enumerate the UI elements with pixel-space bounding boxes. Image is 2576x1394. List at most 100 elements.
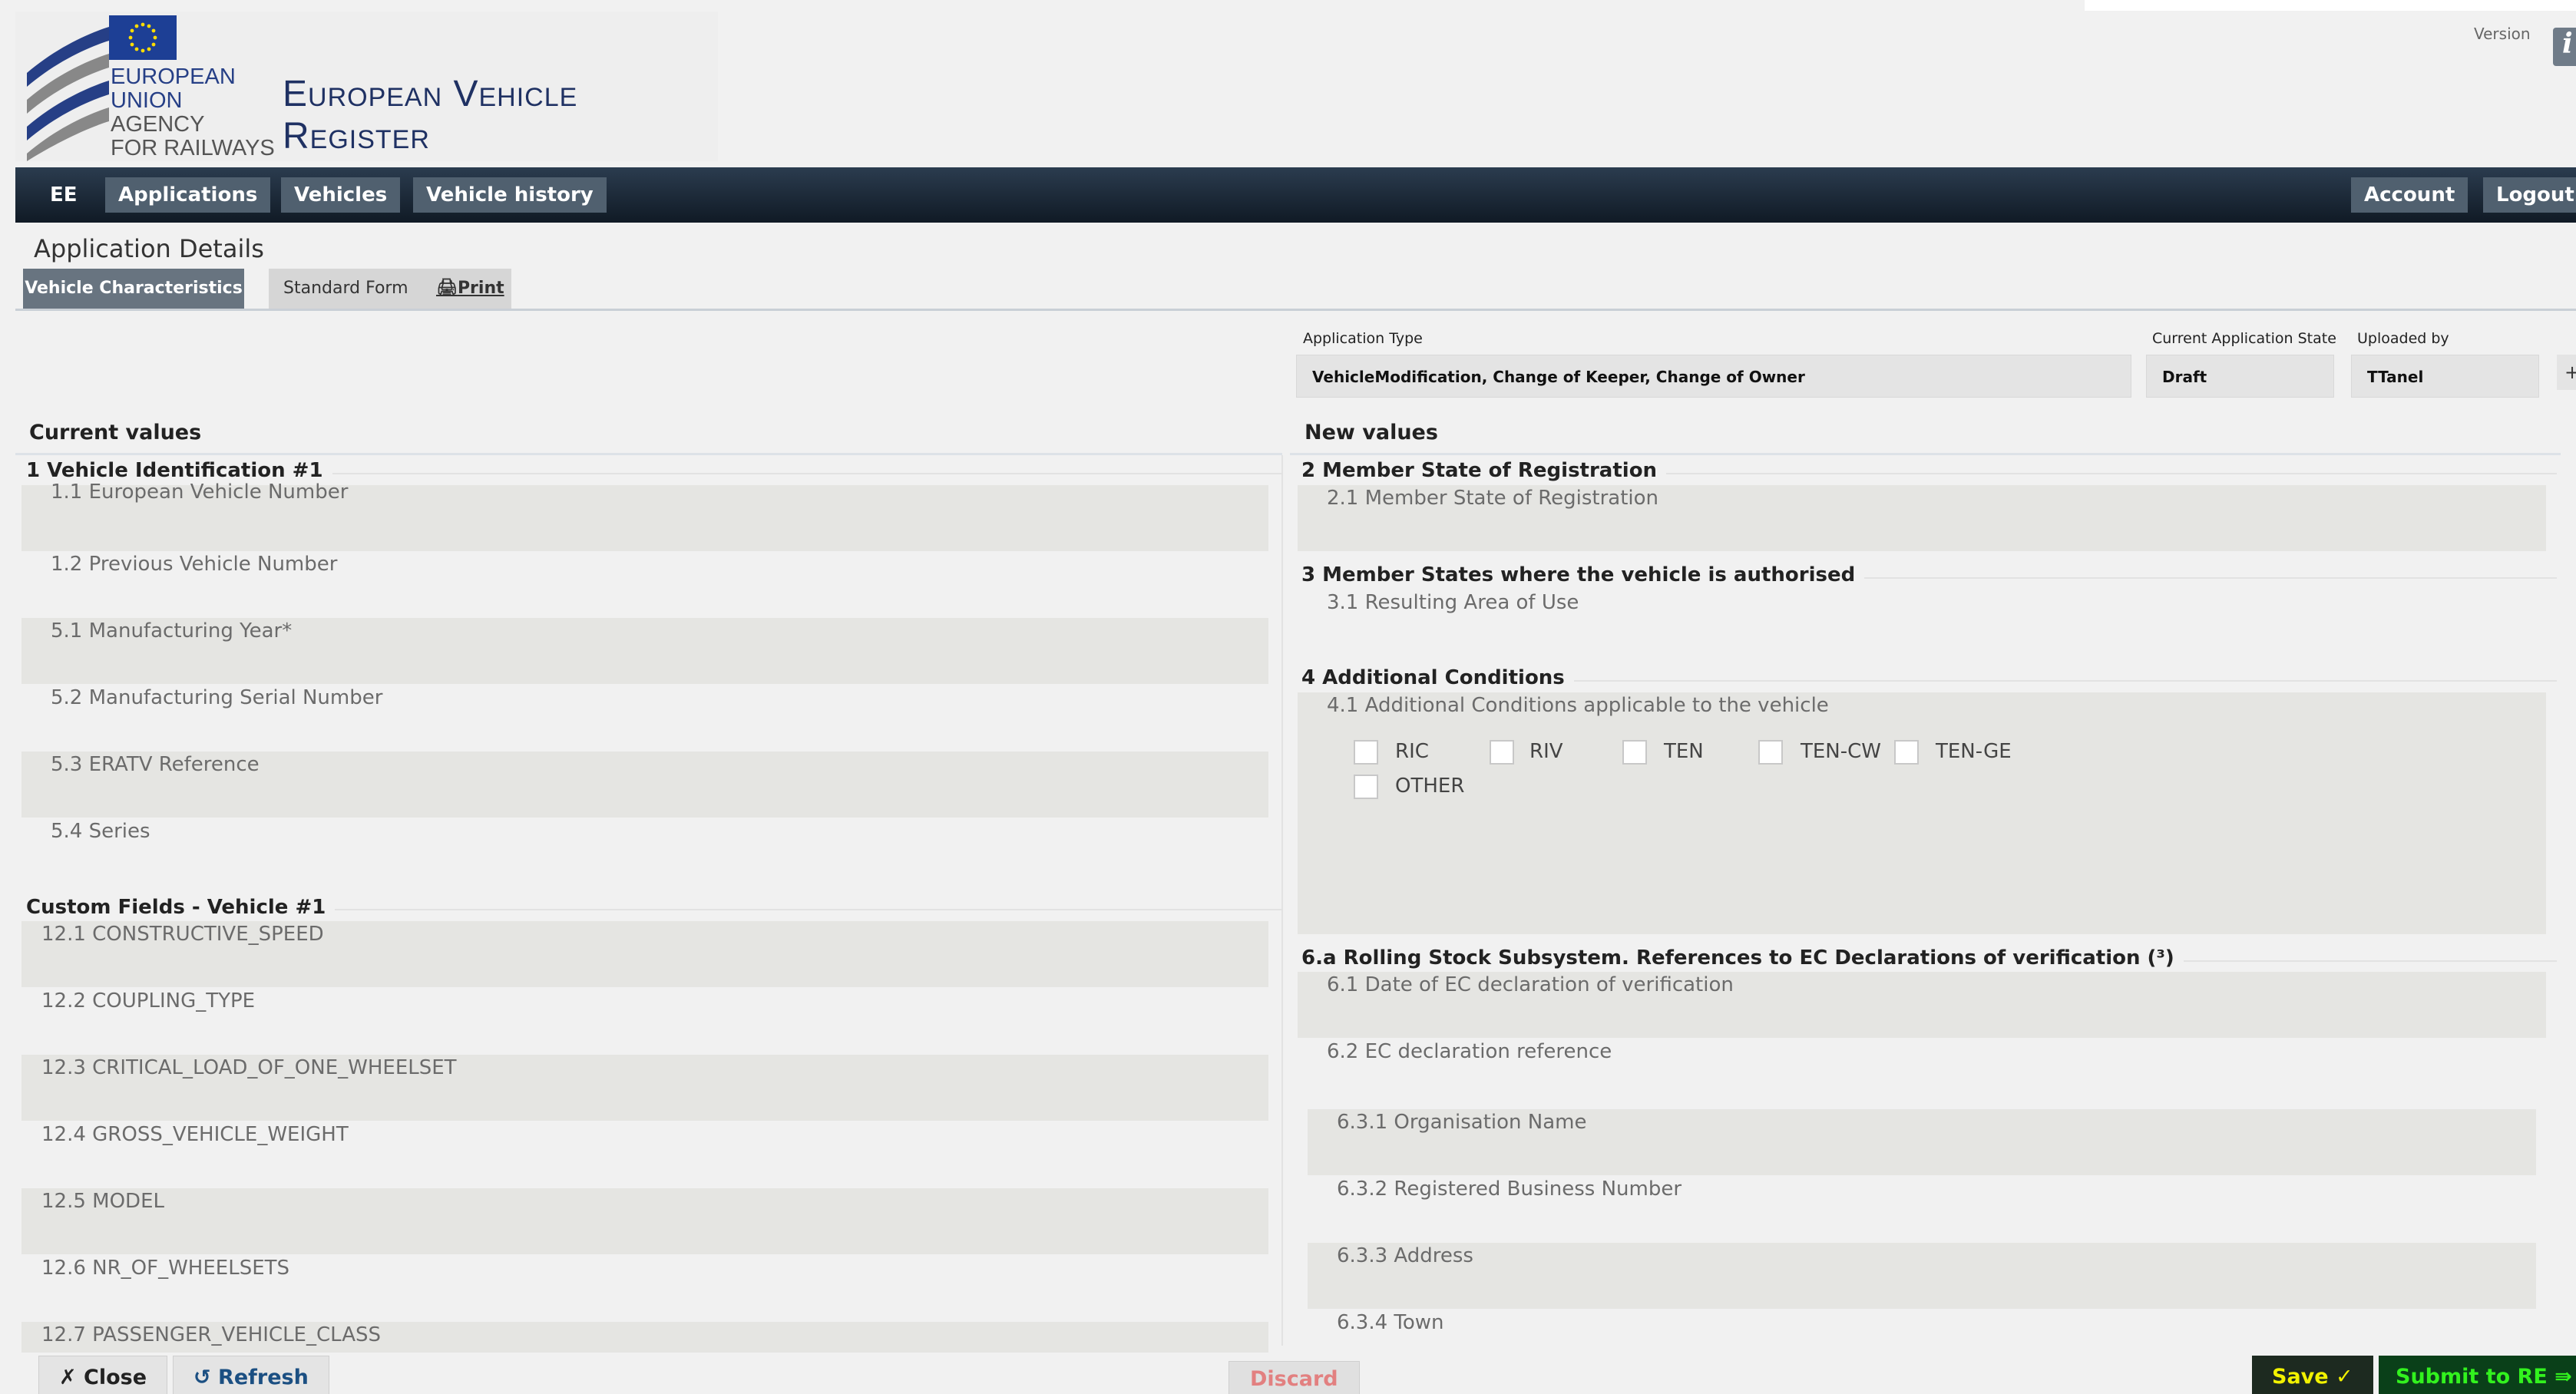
field-series[interactable]: 5.4 Series: [21, 818, 1268, 884]
checkbox-ten[interactable]: [1622, 740, 1647, 765]
field-organisation-name[interactable]: 6.3.1 Organisation Name: [1308, 1109, 2536, 1175]
section-line: [1559, 680, 2557, 682]
main-nav: EE Applications Vehicles Vehicle history…: [15, 167, 2576, 223]
country-code: EE: [50, 183, 78, 206]
section-member-state-registration: 2 Member State of Registration: [1301, 459, 1667, 482]
submit-to-re-button[interactable]: Submit to RE ⇛: [2379, 1356, 2576, 1394]
current-values-underline: [15, 453, 1282, 455]
checkbox-ric[interactable]: [1354, 740, 1378, 765]
checkbox-ten-cw[interactable]: [1758, 740, 1783, 765]
field-label: 12.1 CONSTRUCTIVE_SPEED: [41, 923, 324, 946]
checkbox-label: TEN: [1664, 740, 1704, 763]
field-coupling-type[interactable]: 12.2 COUPLING_TYPE: [21, 988, 1268, 1054]
tab-standard-form[interactable]: Standard Form 🖨Print: [269, 269, 511, 309]
top-white-strip: [2085, 0, 2576, 11]
field-constructive-speed[interactable]: 12.1 CONSTRUCTIVE_SPEED: [21, 921, 1268, 987]
version-label: Version: [2474, 25, 2531, 43]
current-values-header: Current values: [29, 421, 202, 444]
field-nr-of-wheelsets[interactable]: 12.6 NR_OF_WHEELSETS: [21, 1255, 1268, 1321]
field-ec-declaration-reference[interactable]: 6.2 EC declaration reference: [1298, 1039, 2546, 1105]
print-link[interactable]: 🖨Print: [436, 269, 504, 309]
field-registered-business-number[interactable]: 6.3.2 Registered Business Number: [1308, 1176, 2536, 1242]
section-member-states-authorised: 3 Member States where the vehicle is aut…: [1301, 563, 1865, 586]
field-eratv-reference[interactable]: 5.3 ERATV Reference: [21, 752, 1268, 818]
field-label: 5.4 Series: [51, 820, 150, 843]
eu-flag-icon: [109, 15, 177, 60]
field-critical-load[interactable]: 12.3 CRITICAL_LOAD_OF_ONE_WHEELSET: [21, 1055, 1268, 1121]
field-label: 6.3.2 Registered Business Number: [1337, 1178, 1682, 1201]
section-custom-fields: Custom Fields - Vehicle #1: [26, 896, 336, 919]
section-additional-conditions: 4 Additional Conditions: [1301, 666, 1574, 689]
application-type-value: VehicleModification, Change of Keeper, C…: [1296, 355, 2131, 398]
refresh-button[interactable]: ↺ Refresh: [173, 1356, 329, 1394]
new-values-underline: [1290, 453, 2561, 455]
field-label: 3.1 Resulting Area of Use: [1327, 591, 1579, 614]
field-manufacturing-serial-number[interactable]: 5.2 Manufacturing Serial Number: [21, 685, 1268, 751]
section-rolling-stock: 6.a Rolling Stock Subsystem. References …: [1301, 946, 2184, 970]
printer-icon: 🖨: [436, 279, 458, 298]
new-values-header: New values: [1305, 421, 1438, 444]
agency-name: EUROPEAN UNION AGENCY FOR RAILWAYS: [111, 64, 275, 160]
field-label: 5.1 Manufacturing Year*: [51, 619, 293, 642]
nav-vehicle-history[interactable]: Vehicle history: [413, 177, 607, 213]
field-label: 6.1 Date of EC declaration of verificati…: [1327, 973, 1734, 996]
checkbox-riv[interactable]: [1490, 740, 1514, 765]
field-label: 6.3.1 Organisation Name: [1337, 1111, 1587, 1134]
application-type-label: Application Type: [1303, 330, 1423, 347]
field-label: 12.4 GROSS_VEHICLE_WEIGHT: [41, 1123, 349, 1146]
field-additional-conditions: 4.1 Additional Conditions applicable to …: [1298, 692, 2546, 934]
section-line: [2165, 960, 2557, 962]
field-manufacturing-year[interactable]: 5.1 Manufacturing Year*: [21, 618, 1268, 684]
account-button[interactable]: Account: [2351, 177, 2469, 213]
discard-button[interactable]: Discard: [1228, 1361, 1360, 1394]
field-address[interactable]: 6.3.3 Address: [1308, 1243, 2536, 1309]
checkbox-ten-ge[interactable]: [1894, 740, 1919, 765]
field-label: 12.6 NR_OF_WHEELSETS: [41, 1257, 290, 1280]
checkbox-label: OTHER: [1395, 775, 1465, 798]
page-title: Application Details: [34, 234, 264, 263]
info-icon[interactable]: i: [2553, 28, 2576, 66]
uploaded-by-value: TTanel: [2351, 355, 2539, 398]
tab-underline: [15, 309, 2576, 311]
field-label: 6.3.3 Address: [1337, 1244, 1473, 1267]
field-label: 1.2 Previous Vehicle Number: [51, 553, 338, 576]
checkbox-label: TEN-GE: [1936, 740, 2012, 763]
close-button[interactable]: ✗ Close: [38, 1356, 168, 1394]
tab-vehicle-characteristics[interactable]: Vehicle Characteristics: [23, 269, 244, 309]
field-label: 2.1 Member State of Registration: [1327, 487, 1659, 510]
field-label: 1.1 European Vehicle Number: [51, 481, 349, 504]
column-divider: [1281, 455, 1283, 1346]
logout-button[interactable]: Logout: [2483, 177, 2576, 213]
field-gross-vehicle-weight[interactable]: 12.4 GROSS_VEHICLE_WEIGHT: [21, 1121, 1268, 1188]
nav-vehicles[interactable]: Vehicles: [281, 177, 401, 213]
application-state-label: Current Application State: [2152, 330, 2336, 347]
field-previous-vehicle-number[interactable]: 1.2 Previous Vehicle Number: [21, 551, 1268, 617]
era-logo: EUROPEAN UNION AGENCY FOR RAILWAYS Europ…: [15, 12, 718, 161]
uploaded-by-label: Uploaded by: [2357, 330, 2449, 347]
nav-applications[interactable]: Applications: [105, 177, 271, 213]
section-line: [315, 473, 1282, 474]
tab-standard-form-label: Standard Form: [283, 279, 408, 298]
app-title: European Vehicle Register: [283, 74, 578, 157]
field-label: 6.3.4 Town: [1337, 1311, 1444, 1334]
agency-stripes-icon: [27, 27, 109, 161]
field-label: 12.5 MODEL: [41, 1190, 164, 1213]
field-model[interactable]: 12.5 MODEL: [21, 1188, 1268, 1254]
field-resulting-area-of-use[interactable]: 3.1 Resulting Area of Use: [1298, 590, 2546, 656]
checkbox-label: TEN-CW: [1801, 740, 1882, 763]
expand-button[interactable]: +: [2557, 355, 2576, 390]
save-button[interactable]: Save ✓: [2252, 1356, 2373, 1394]
field-passenger-vehicle-class[interactable]: 12.7 PASSENGER_VEHICLE_CLASS: [21, 1322, 1268, 1353]
application-state-value: Draft: [2146, 355, 2334, 398]
field-label: 4.1 Additional Conditions applicable to …: [1327, 694, 1829, 717]
field-label: 6.2 EC declaration reference: [1327, 1040, 1612, 1063]
checkbox-other[interactable]: [1354, 775, 1378, 799]
field-ec-declaration-date[interactable]: 6.1 Date of EC declaration of verificati…: [1298, 972, 2546, 1038]
field-label: 12.2 COUPLING_TYPE: [41, 989, 256, 1012]
checkbox-label: RIC: [1395, 740, 1429, 763]
field-label: 5.2 Manufacturing Serial Number: [51, 686, 383, 709]
field-member-state-registration[interactable]: 2.1 Member State of Registration: [1298, 485, 2546, 551]
field-european-vehicle-number[interactable]: 1.1 European Vehicle Number: [21, 481, 1268, 551]
checkbox-label: RIV: [1529, 740, 1563, 763]
field-town[interactable]: 6.3.4 Town: [1308, 1310, 2536, 1348]
